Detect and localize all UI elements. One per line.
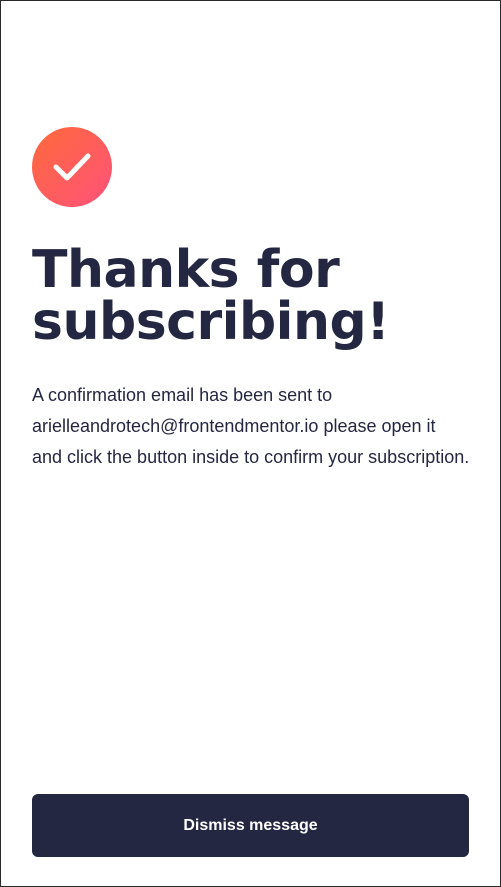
dismiss-message-button[interactable]: Dismiss message <box>32 794 469 857</box>
subscriber-email: arielleandrotech@frontendmentor.io <box>32 416 319 436</box>
page-title: Thanks for subscribing! <box>32 240 390 352</box>
success-content: Thanks for subscribing! A confirmation e… <box>32 127 470 473</box>
message-intro: A confirmation email has been sent to <box>32 385 333 405</box>
success-screen: Thanks for subscribing! A confirmation e… <box>0 0 501 887</box>
checkmark-icon <box>32 127 112 207</box>
checkmark-glyph <box>53 153 91 181</box>
confirmation-message: A confirmation email has been sent to ar… <box>32 380 470 473</box>
